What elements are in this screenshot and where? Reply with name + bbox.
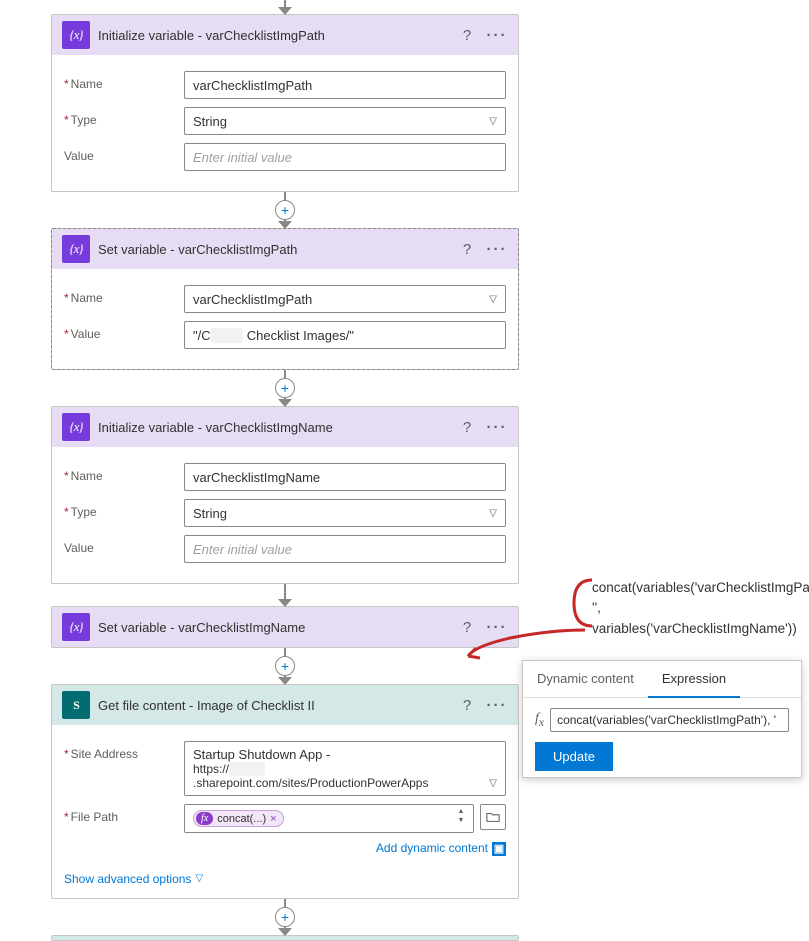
chevron-down-icon: ▽ bbox=[195, 873, 203, 884]
expression-token[interactable]: fx concat(...) × bbox=[193, 810, 284, 827]
action-card-set-name[interactable]: {x} Set variable - varChecklistImgName ?… bbox=[51, 606, 519, 648]
variable-icon: {x} bbox=[62, 235, 90, 263]
chevron-down-icon: ▽ bbox=[489, 116, 497, 127]
variable-icon: {x} bbox=[62, 613, 90, 641]
field-label-name: *Name bbox=[64, 71, 184, 91]
more-icon[interactable]: ··· bbox=[486, 241, 508, 258]
card-header[interactable]: S Get file content - Image of Checklist … bbox=[52, 685, 518, 725]
action-card-init-path[interactable]: {x} Initialize variable - varChecklistIm… bbox=[51, 14, 519, 192]
name-input[interactable]: varChecklistImgName bbox=[184, 463, 506, 491]
expression-input[interactable]: concat(variables('varChecklistImgPath'),… bbox=[550, 708, 789, 732]
tab-expression[interactable]: Expression bbox=[648, 661, 740, 698]
field-label-name: *Name bbox=[64, 463, 184, 483]
help-icon[interactable]: ? bbox=[456, 419, 478, 436]
chevron-down-icon: ▽ bbox=[489, 508, 497, 519]
add-step-button[interactable]: + bbox=[275, 200, 295, 220]
card-title: Initialize variable - varChecklistImgNam… bbox=[98, 420, 448, 435]
card-header[interactable]: {x} Set variable - varChecklistImgName ?… bbox=[52, 607, 518, 647]
variable-icon: {x} bbox=[62, 413, 90, 441]
folder-picker-button[interactable] bbox=[480, 804, 506, 830]
type-select[interactable]: String▽ bbox=[184, 499, 506, 527]
variable-icon: {x} bbox=[62, 21, 90, 49]
chevron-down-icon: ▽ bbox=[489, 778, 497, 789]
sharepoint-icon: S bbox=[62, 691, 90, 719]
action-card-init-name[interactable]: {x} Initialize variable - varChecklistIm… bbox=[51, 406, 519, 584]
show-advanced-link[interactable]: Show advanced options▽ bbox=[64, 872, 203, 886]
add-step-button[interactable]: + bbox=[275, 656, 295, 676]
tab-dynamic-content[interactable]: Dynamic content bbox=[523, 661, 648, 697]
card-header[interactable]: {x} Initialize variable - varChecklistIm… bbox=[52, 407, 518, 447]
card-header[interactable]: {x} Initialize variable - varChecklistIm… bbox=[52, 15, 518, 55]
field-label-name: *Name bbox=[64, 285, 184, 305]
fx-icon: fx bbox=[196, 812, 213, 825]
add-dynamic-content-link[interactable]: Add dynamic content▣ bbox=[184, 841, 506, 856]
name-input[interactable]: varChecklistImgPath bbox=[184, 71, 506, 99]
help-icon[interactable]: ? bbox=[456, 241, 478, 258]
field-label-value: Value bbox=[64, 143, 184, 163]
type-select[interactable]: String▽ bbox=[184, 107, 506, 135]
card-title: Initialize variable - varChecklistImgPat… bbox=[98, 28, 448, 43]
folder-icon bbox=[486, 811, 500, 823]
file-path-input[interactable]: fx concat(...) × ▲▼ bbox=[184, 804, 474, 833]
annotation-text: concat(variables('varChecklistImgPath'),… bbox=[524, 578, 804, 639]
fx-icon: fx bbox=[535, 711, 544, 729]
stepper[interactable]: ▲▼ bbox=[453, 807, 469, 825]
card-title: Get file content - Image of Checklist II bbox=[98, 698, 448, 713]
name-select[interactable]: varChecklistImgPath▽ bbox=[184, 285, 506, 313]
field-label-filepath: *File Path bbox=[64, 804, 184, 824]
value-input[interactable]: Enter initial value bbox=[184, 535, 506, 563]
help-icon[interactable]: ? bbox=[456, 619, 478, 636]
value-input[interactable]: "/Cxxxxx Checklist Images/" bbox=[184, 321, 506, 349]
add-step-button[interactable]: + bbox=[275, 907, 295, 927]
update-button[interactable]: Update bbox=[535, 742, 613, 771]
more-icon[interactable]: ··· bbox=[486, 619, 508, 636]
action-card-set-path[interactable]: {x} Set variable - varChecklistImgPath ?… bbox=[51, 228, 519, 370]
bracket-icon bbox=[572, 578, 596, 628]
chevron-down-icon: ▽ bbox=[489, 294, 497, 305]
help-icon[interactable]: ? bbox=[456, 697, 478, 714]
help-icon[interactable]: ? bbox=[456, 27, 478, 44]
card-title: Set variable - varChecklistImgPath bbox=[98, 242, 448, 257]
field-label-value: *Value bbox=[64, 321, 184, 341]
field-label-site: *Site Address bbox=[64, 741, 184, 761]
field-label-value: Value bbox=[64, 535, 184, 555]
dynamic-content-badge-icon: ▣ bbox=[492, 842, 506, 856]
more-icon[interactable]: ··· bbox=[486, 27, 508, 44]
add-step-button[interactable]: + bbox=[275, 378, 295, 398]
field-label-type: *Type bbox=[64, 107, 184, 127]
value-input[interactable]: Enter initial value bbox=[184, 143, 506, 171]
site-address-select[interactable]: Startup Shutdown App - https://xxxxxx.sh… bbox=[184, 741, 506, 796]
expression-popup: Dynamic content Expression fx concat(var… bbox=[522, 660, 802, 778]
more-icon[interactable]: ··· bbox=[486, 419, 508, 436]
field-label-type: *Type bbox=[64, 499, 184, 519]
action-card-get-file[interactable]: S Get file content - Image of Checklist … bbox=[51, 684, 519, 899]
more-icon[interactable]: ··· bbox=[486, 697, 508, 714]
card-title: Set variable - varChecklistImgName bbox=[98, 620, 448, 635]
remove-token-icon[interactable]: × bbox=[270, 813, 276, 825]
card-header[interactable]: {x} Set variable - varChecklistImgPath ?… bbox=[52, 229, 518, 269]
